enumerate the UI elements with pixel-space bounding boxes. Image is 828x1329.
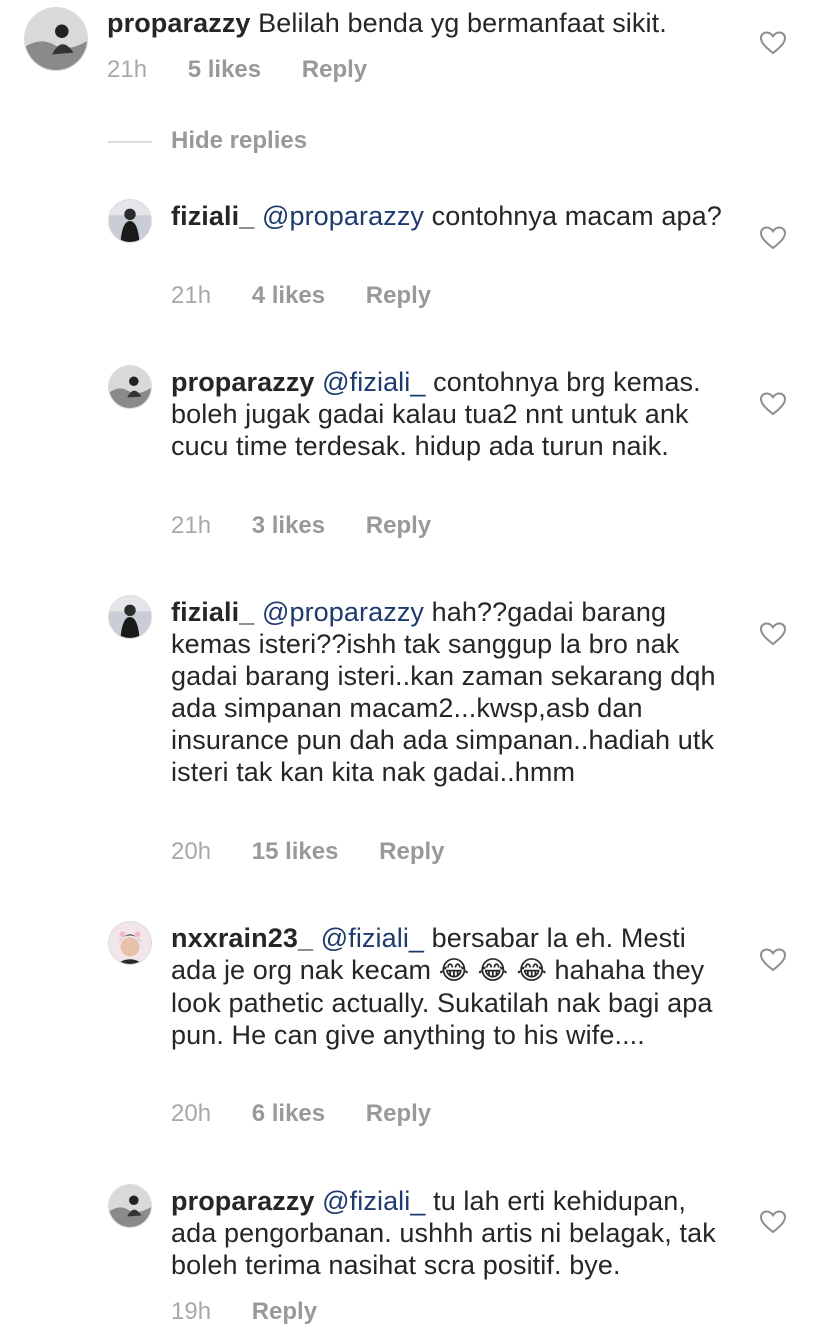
comment-meta: 21h 5 likes Reply [107,56,401,84]
comment-meta: 21h 3 likes Reply [171,512,465,540]
comment-likes[interactable]: 3 likes [252,512,325,540]
like-button[interactable] [760,31,786,55]
comment-meta: 19h Reply [171,1298,351,1326]
comment-time: 20h [171,1100,212,1127]
comment-username[interactable]: proparazzy [171,1186,315,1216]
comment-likes[interactable]: 5 likes [188,56,261,84]
like-button[interactable] [760,948,786,972]
comment-mention[interactable]: @fiziali_ [322,367,425,397]
avatar-photo-icon [25,8,87,70]
comment-mention[interactable]: @fiziali_ [321,923,424,953]
avatar-photo-icon [109,366,151,408]
avatar[interactable] [108,365,152,409]
comment-body: proparazzy @fiziali_ contohnya brg kemas… [171,366,731,462]
comment-likes[interactable]: 6 likes [252,1100,325,1128]
hide-replies-button[interactable]: Hide replies [171,126,307,156]
heart-outline-icon [760,392,786,416]
comment-text: contohnya macam apa? [431,201,722,231]
comment-time: 21h [171,282,212,309]
heart-outline-icon [760,226,786,250]
comment-mention[interactable]: @fiziali_ [322,1186,425,1216]
comment-mention[interactable]: @proparazzy [262,201,424,231]
avatar[interactable] [108,1184,152,1228]
comment-meta: 21h 4 likes Reply [171,282,465,310]
comment-body: proparazzy Belilah benda yg bermanfaat s… [107,7,747,39]
comment-username[interactable]: proparazzy [171,367,315,397]
comment-time: 21h [107,56,148,83]
heart-outline-icon [760,948,786,972]
avatar[interactable] [24,7,88,71]
comment-username[interactable]: nxxrain23_ [171,923,313,953]
comment-text: Belilah benda yg bermanfaat sikit. [258,8,667,38]
comment-username[interactable]: fiziali_ [171,597,254,627]
comment-time: 19h [171,1298,212,1325]
comment-username[interactable]: proparazzy [107,8,251,38]
avatar-photo-icon [109,200,151,242]
comment-meta: 20h 15 likes Reply [171,838,479,866]
comment-time: 21h [171,512,212,539]
avatar-photo-icon [109,1185,151,1227]
heart-outline-icon [760,31,786,55]
avatar[interactable] [108,595,152,639]
comment-mention[interactable]: @proparazzy [262,597,424,627]
comment-meta: 20h 6 likes Reply [171,1100,465,1128]
comment-body: fiziali_ @proparazzy contohnya macam apa… [171,200,731,232]
like-button[interactable] [760,392,786,416]
reply-button[interactable]: Reply [252,1298,317,1326]
reply-button[interactable]: Reply [366,1100,431,1128]
avatar-photo-icon [109,596,151,638]
like-button[interactable] [760,226,786,250]
comment-body: fiziali_ @proparazzy hah??gadai barang k… [171,596,731,788]
avatar-photo-icon [109,922,151,964]
avatar[interactable] [108,199,152,243]
like-button[interactable] [760,1210,786,1234]
reply-button[interactable]: Reply [379,838,444,866]
reply-button[interactable]: Reply [366,282,431,310]
laughing-emoji-icon: 😂 😂 😂 [438,956,547,986]
comment-time: 20h [171,838,212,865]
comment-body: nxxrain23_ @fiziali_ bersabar la eh. Mes… [171,922,731,1051]
like-button[interactable] [760,622,786,646]
comment-body: proparazzy @fiziali_ tu lah erti kehidup… [171,1185,731,1281]
avatar[interactable] [108,921,152,965]
comment-username[interactable]: fiziali_ [171,201,254,231]
comment-likes[interactable]: 15 likes [252,838,339,866]
hide-replies-line [108,141,152,143]
reply-button[interactable]: Reply [366,512,431,540]
heart-outline-icon [760,1210,786,1234]
reply-button[interactable]: Reply [302,56,367,84]
comment-likes[interactable]: 4 likes [252,282,325,310]
heart-outline-icon [760,622,786,646]
